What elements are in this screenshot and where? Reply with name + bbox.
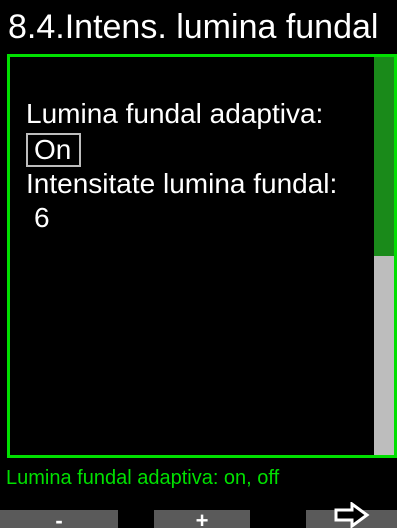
adaptive-backlight-row: On [26, 131, 337, 167]
next-softkey[interactable] [306, 502, 397, 528]
backlight-intensity-label: Intensitate lumina fundal: [26, 168, 338, 199]
plus-label: + [195, 508, 209, 528]
minus-softkey[interactable]: - [0, 510, 118, 528]
scrollbar-thumb[interactable] [374, 57, 394, 256]
settings-panel: Lumina fundal adaptiva: On Intensitate l… [7, 54, 397, 458]
softkey-bar: - + [0, 498, 397, 528]
settings-content: Lumina fundal adaptiva: On Intensitate l… [26, 97, 337, 235]
adaptive-backlight-value[interactable]: On [26, 133, 82, 167]
minus-label: - [55, 508, 63, 528]
plus-softkey[interactable]: + [154, 510, 250, 528]
adaptive-backlight-label: Lumina fundal adaptiva: [26, 98, 324, 129]
help-text: Lumina fundal adaptiva: on, off [0, 458, 397, 498]
dive-computer-screen: 8.4.Intens. lumina fundal Lumina fundal … [0, 0, 397, 528]
backlight-intensity-value[interactable]: 6 [26, 201, 337, 235]
scrollbar[interactable] [374, 57, 394, 455]
arrow-right-outline-icon [334, 502, 370, 528]
page-title: 8.4.Intens. lumina fundal [0, 0, 397, 54]
